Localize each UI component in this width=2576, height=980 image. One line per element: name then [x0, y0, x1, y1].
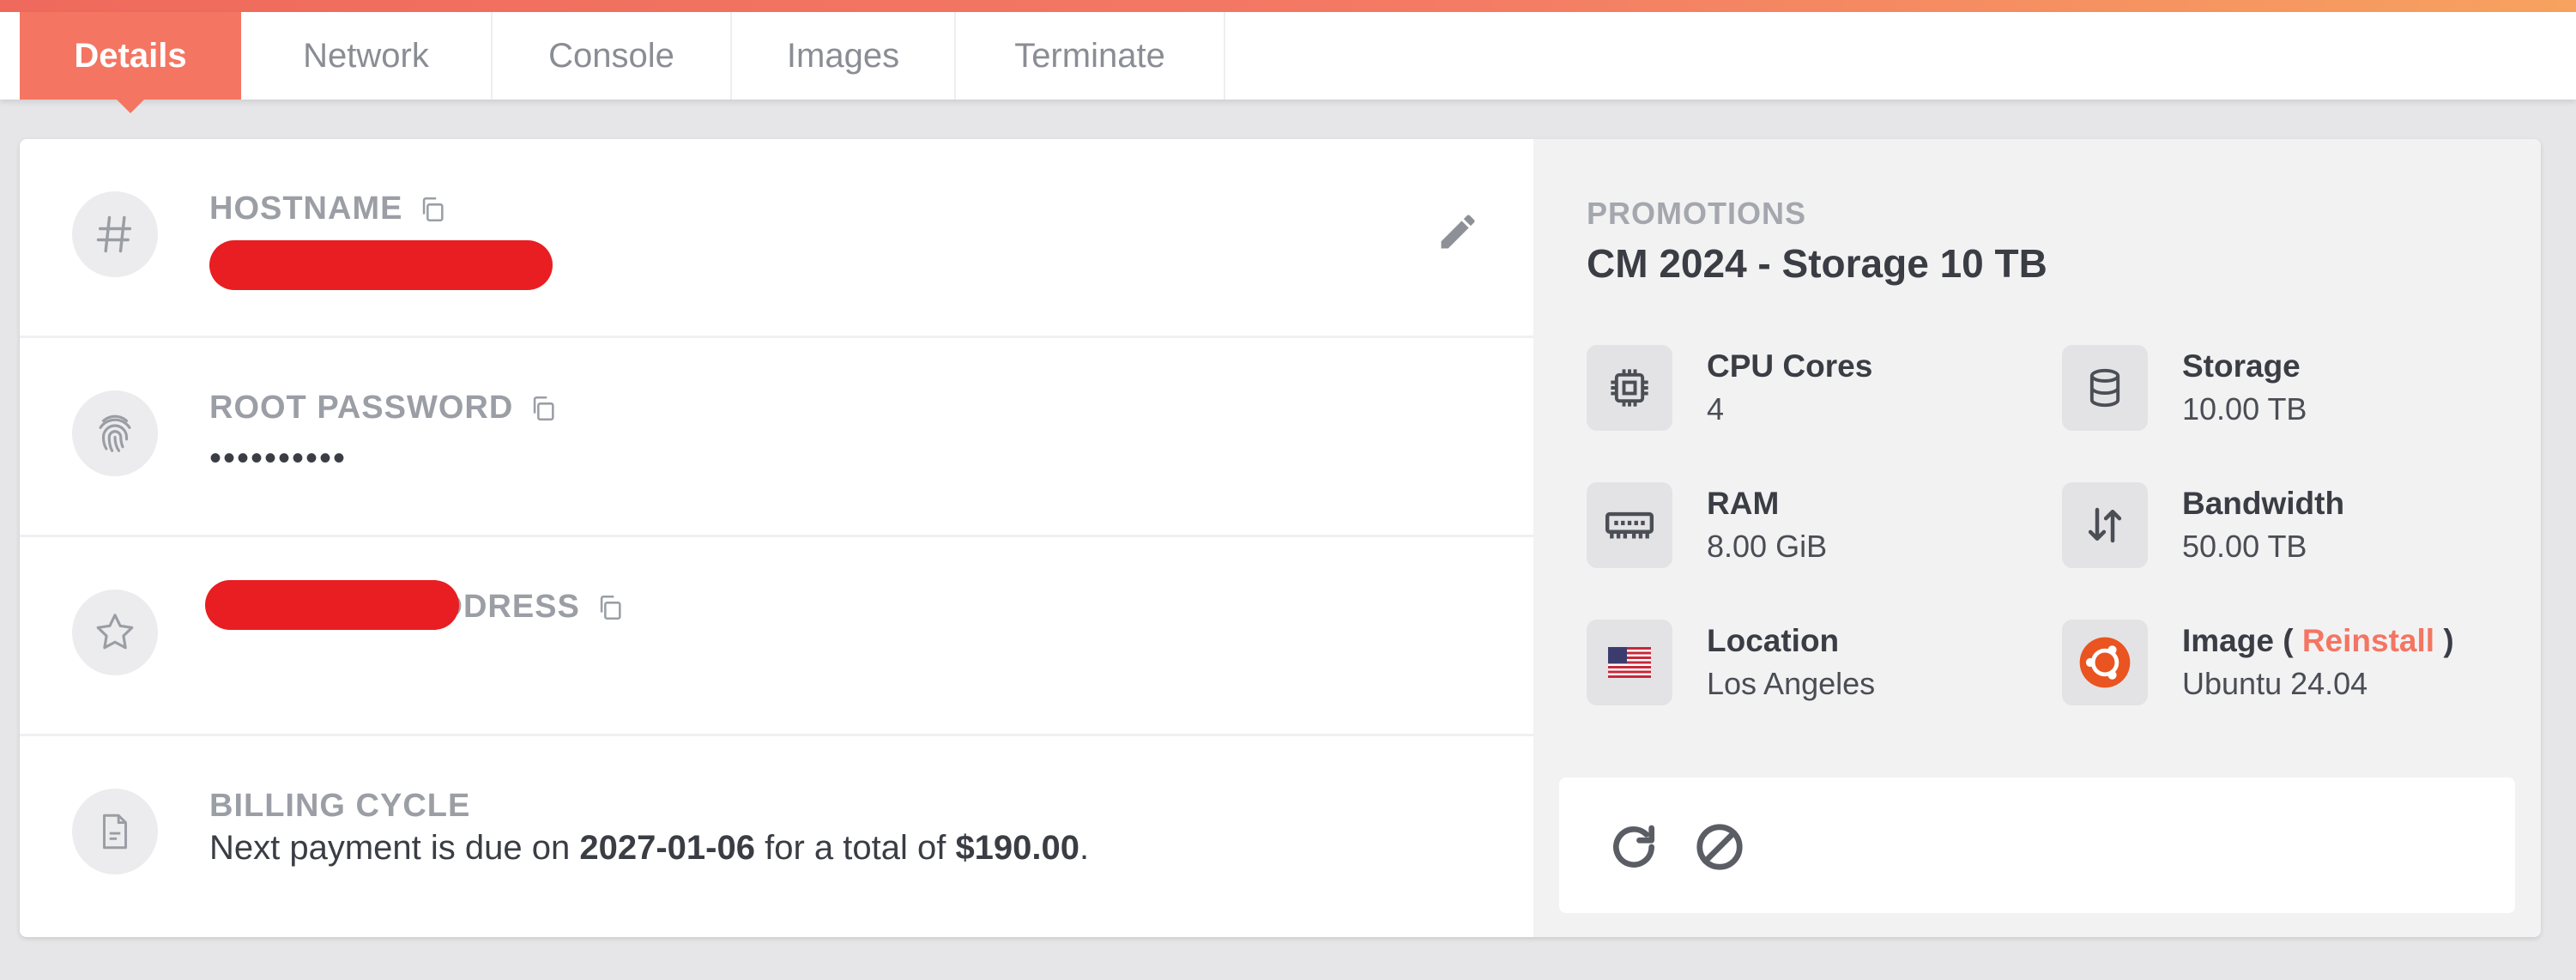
tab-bar: Details Network Console Images Terminate [0, 12, 2576, 100]
top-accent-strip [0, 0, 2576, 12]
spec-image-prefix: Image ( [2182, 623, 2302, 658]
billing-text-middle: for a total of [754, 829, 956, 867]
cpu-icon [1587, 345, 1672, 431]
root-password-value: •••••••••• [209, 439, 348, 477]
database-icon [2062, 345, 2148, 431]
billing-due-date: 2027-01-06 [579, 829, 755, 867]
edit-pencil-icon[interactable] [1436, 209, 1480, 254]
details-list: HOSTNAME ROOT PASSWORD •••••••••• ADDRES… [20, 139, 1533, 937]
spec-storage: Storage 10.00 TB [2062, 345, 2508, 431]
spec-storage-name: Storage [2182, 348, 2301, 384]
reinstall-link[interactable]: Reinstall [2302, 623, 2434, 658]
star-icon [72, 590, 158, 675]
spec-bandwidth-value: 50.00 TB [2182, 529, 2307, 564]
primary-ip-row: PRIMARY IP ADDRESS [20, 537, 1533, 736]
spec-cpu: CPU Cores 4 [1587, 345, 2033, 431]
spec-ram: RAM 8.00 GiB [1587, 482, 2033, 568]
tab-network[interactable]: Network [241, 12, 493, 100]
hostname-row: HOSTNAME [20, 139, 1533, 338]
spec-cpu-name: CPU Cores [1707, 348, 1873, 384]
server-actions-bar [1559, 777, 2515, 913]
hostname-label-group: HOSTNAME [209, 191, 447, 227]
spec-location-value: Los Angeles [1707, 666, 1876, 701]
copy-icon[interactable] [529, 394, 558, 423]
block-icon[interactable] [1693, 820, 1746, 874]
spec-storage-value: 10.00 TB [2182, 391, 2307, 426]
hash-icon [72, 191, 158, 277]
tab-console[interactable]: Console [493, 12, 732, 100]
root-password-row: ROOT PASSWORD •••••••••• [20, 338, 1533, 537]
transfer-icon [2062, 482, 2148, 568]
spec-bandwidth: Bandwidth 50.00 TB [2062, 482, 2508, 568]
hostname-label: HOSTNAME [209, 191, 403, 227]
billing-cycle-label: BILLING CYCLE [209, 788, 471, 824]
copy-icon[interactable] [418, 195, 447, 224]
promotions-label: PROMOTIONS [1587, 196, 1807, 231]
billing-amount: $190.00 [955, 829, 1080, 867]
restart-icon[interactable] [1607, 820, 1660, 874]
tab-images[interactable]: Images [732, 12, 956, 100]
spec-image-value: Ubuntu 24.04 [2182, 666, 2368, 701]
ubuntu-icon [2062, 620, 2148, 705]
spec-location: Location Los Angeles [1587, 620, 2033, 705]
spec-bandwidth-name: Bandwidth [2182, 486, 2345, 521]
billing-cycle-text: Next payment is due on 2027-01-06 for a … [209, 829, 1089, 868]
promotion-title: CM 2024 - Storage 10 TB [1587, 241, 2047, 286]
billing-text-before: Next payment is due on [209, 829, 580, 867]
billing-cycle-row: BILLING CYCLE Next payment is due on 202… [20, 736, 1533, 935]
spec-ram-name: RAM [1707, 486, 1780, 521]
copy-icon[interactable] [596, 593, 625, 622]
server-details-card: HOSTNAME ROOT PASSWORD •••••••••• ADDRES… [20, 139, 2541, 937]
spec-cpu-value: 4 [1707, 391, 1725, 426]
root-password-label-group: ROOT PASSWORD [209, 390, 558, 426]
spec-ram-value: 8.00 GiB [1707, 529, 1828, 564]
redaction-mark [209, 240, 553, 290]
plan-summary-panel: PROMOTIONS CM 2024 - Storage 10 TB CPU C… [1533, 139, 2541, 937]
tab-terminate[interactable]: Terminate [956, 12, 1225, 100]
tab-details[interactable]: Details [20, 12, 241, 100]
spec-image: Image ( Reinstall ) Ubuntu 24.04 [2062, 620, 2508, 705]
spec-location-name: Location [1707, 623, 1840, 658]
root-password-label: ROOT PASSWORD [209, 390, 514, 426]
memory-icon [1587, 482, 1672, 568]
document-icon [72, 789, 158, 874]
spec-image-name: Image ( Reinstall ) [2182, 623, 2454, 659]
spec-image-suffix: ) [2434, 623, 2454, 658]
redaction-mark [205, 580, 459, 630]
us-flag-icon [1587, 620, 1672, 705]
fingerprint-icon [72, 390, 158, 476]
billing-text-after: . [1079, 829, 1090, 867]
